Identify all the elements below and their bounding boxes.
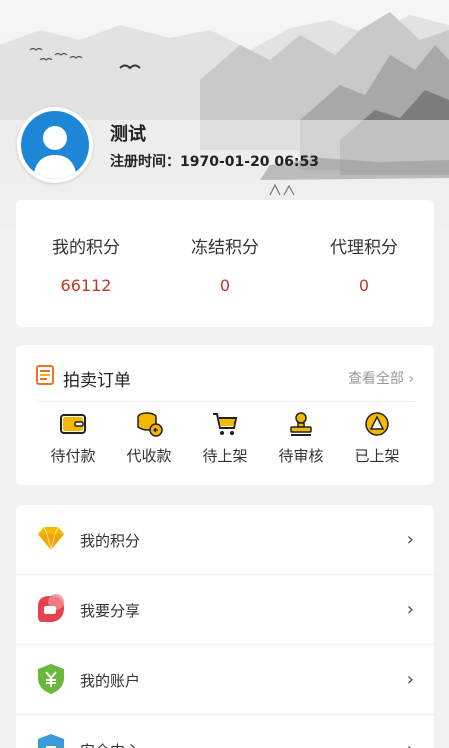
menu-item-my-points[interactable]: 我的积分 ›	[16, 505, 434, 575]
stamp-icon	[290, 412, 312, 436]
points-value: 0	[219, 276, 231, 295]
security-icon	[38, 734, 64, 748]
chevron-right-icon: ›	[407, 739, 414, 748]
username: 测试	[110, 124, 146, 145]
menu-item-label: 我要分享	[80, 602, 141, 620]
order-status-label: 代收款	[126, 447, 172, 465]
user-silhouette-icon	[21, 111, 89, 179]
points-value: 66112	[60, 276, 112, 295]
cart-icon	[213, 413, 238, 435]
menu-item-account[interactable]: 我的账户 ›	[16, 645, 434, 715]
points-label: 代理积分	[330, 238, 398, 258]
order-status-label: 待上架	[202, 447, 248, 465]
menu-item-share[interactable]: 我要分享 ›	[16, 575, 434, 645]
points-card: 我的积分 66112 冻结积分 0 代理积分 0	[16, 200, 434, 327]
yen-shield-icon	[38, 664, 64, 694]
menu-item-label: 我的账户	[80, 672, 141, 690]
points-label: 冻结积分	[191, 238, 259, 258]
order-status-pending-payment[interactable]: 待付款	[35, 411, 111, 466]
orders-title: 拍卖订单	[63, 371, 131, 391]
menu-item-security[interactable]: 安全中心 ›	[16, 715, 434, 748]
triangle-badge-icon	[365, 412, 389, 436]
order-status-pending-listing[interactable]: 待上架	[187, 411, 263, 466]
order-status-label: 已上架	[354, 447, 400, 465]
auction-orders-card: 拍卖订单 查看全部 › 待付款 代收款 待上架 待审核 已上架	[16, 345, 434, 485]
register-time: 注册时间：1970-01-20 06:53	[110, 154, 319, 170]
profile-header: 测试 注册时间：1970-01-20 06:53	[0, 0, 449, 230]
order-status-label: 待付款	[50, 447, 96, 465]
share-icon	[38, 594, 64, 622]
menu-list: 我的积分 › 我要分享 › 我的账户 › 安全中心 ›	[16, 505, 434, 748]
chevron-right-icon: ›	[406, 669, 414, 690]
view-all-label: 查看全部	[347, 371, 404, 387]
chevron-right-icon: ›	[406, 529, 414, 550]
wallet-icon	[60, 414, 86, 434]
menu-item-label: 我的积分	[80, 532, 141, 550]
diamond-icon	[38, 526, 64, 551]
order-status-collecting[interactable]: 代收款	[111, 411, 187, 466]
points-value: 0	[358, 276, 370, 295]
avatar[interactable]	[17, 107, 93, 183]
order-status-pending-review[interactable]: 待审核	[263, 411, 339, 466]
divider	[36, 401, 414, 402]
orders-header: 拍卖订单 查看全部 ›	[16, 345, 434, 401]
coins-icon	[137, 412, 163, 437]
points-label: 我的积分	[52, 238, 120, 258]
view-all-link[interactable]: 查看全部 ›	[348, 368, 414, 388]
chevron-right-icon: ›	[408, 371, 414, 387]
order-status-label: 待审核	[278, 447, 324, 465]
order-list-icon	[36, 365, 54, 385]
menu-item-label: 安全中心	[80, 740, 140, 748]
chevron-right-icon: ›	[406, 599, 414, 620]
order-status-listed[interactable]: 已上架	[339, 411, 415, 466]
